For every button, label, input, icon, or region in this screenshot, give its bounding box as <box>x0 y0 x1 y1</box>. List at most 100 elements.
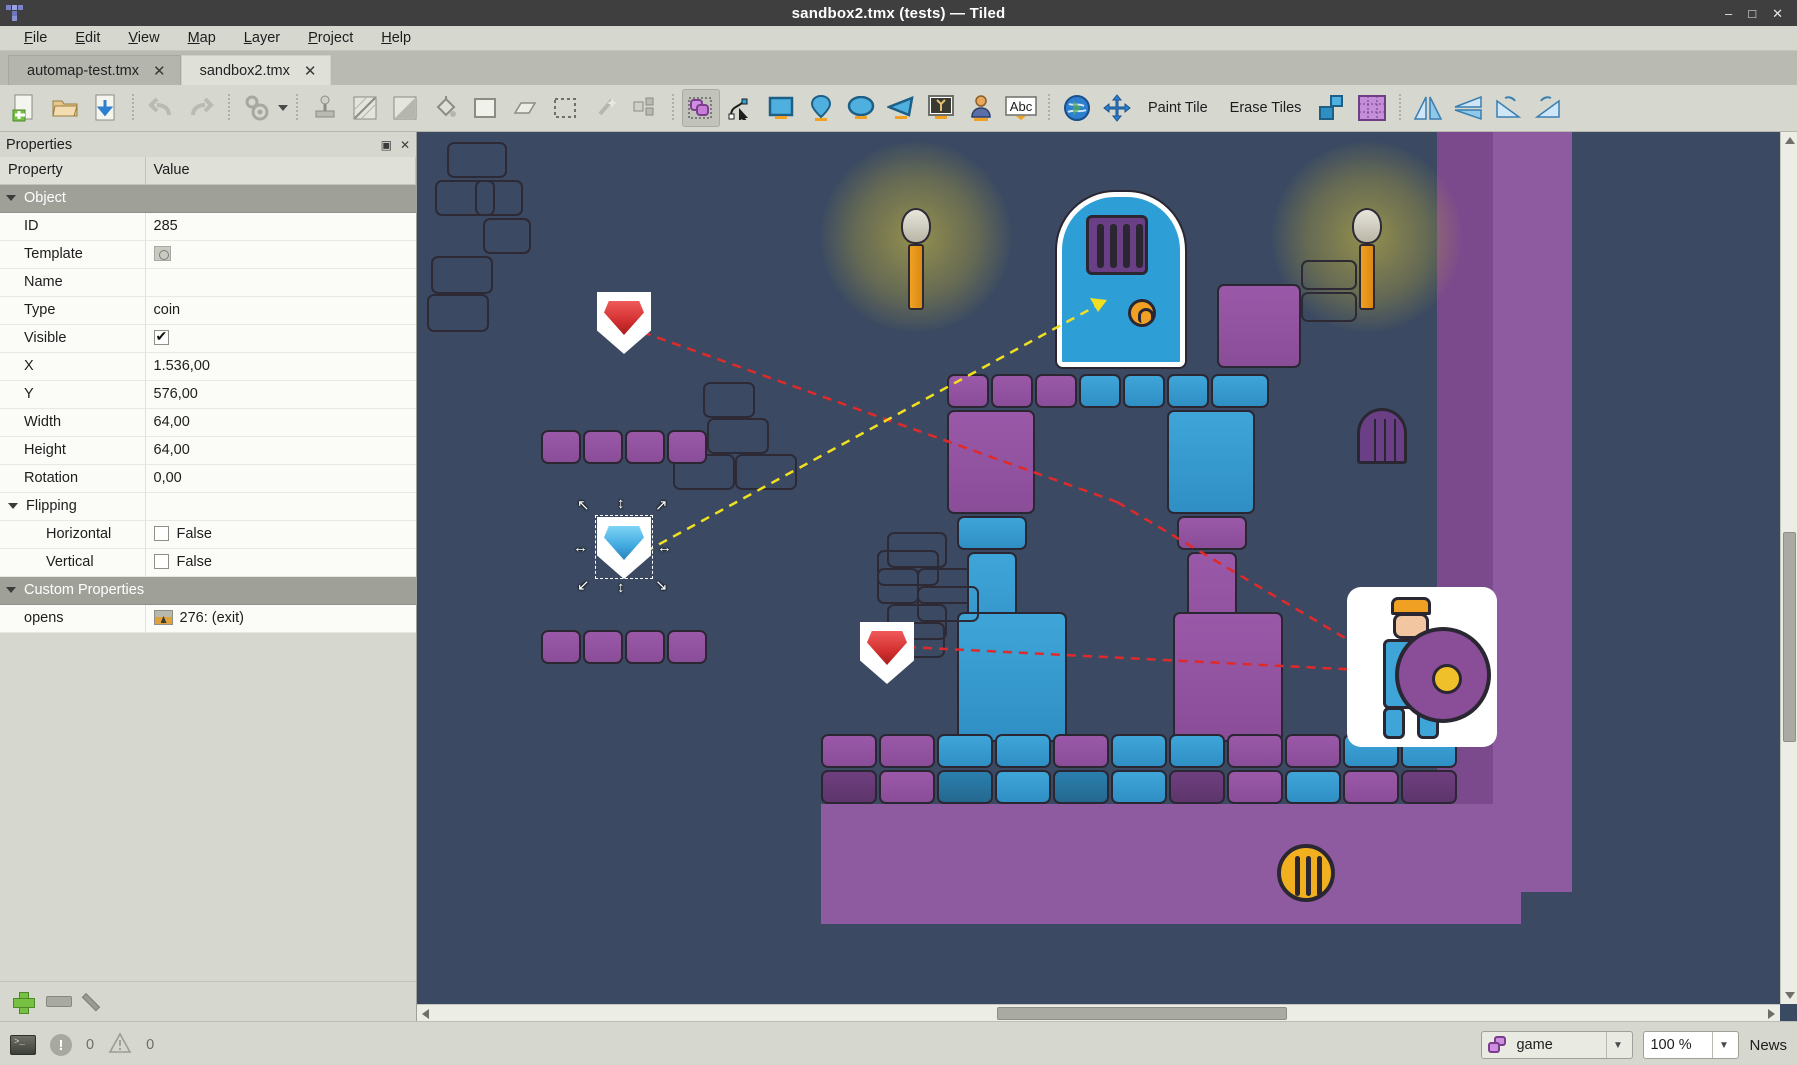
select-same-tile-button[interactable] <box>626 89 664 127</box>
resize-handle-w[interactable]: ↔ <box>573 540 588 555</box>
property-value[interactable]: 64,00 <box>145 408 416 437</box>
menu-item-help[interactable]: Help <box>367 28 425 48</box>
tab-sandbox2[interactable]: sandbox2.tmx ✕ <box>180 55 332 85</box>
eraser-button[interactable] <box>506 89 544 127</box>
knight-object[interactable] <box>1347 587 1497 747</box>
map-canvas[interactable]: ↖ ↕ ↗ ↔ ↔ ↙ ↕ ↘ <box>417 132 1780 1004</box>
property-value[interactable]: 0,00 <box>145 464 416 493</box>
shape-fill-button[interactable] <box>386 89 424 127</box>
vertical-scroll-thumb[interactable] <box>1783 532 1796 742</box>
stamp-brush-button[interactable] <box>306 89 344 127</box>
automap-button[interactable] <box>238 89 276 127</box>
gem-object-red-lower[interactable] <box>860 622 914 684</box>
resize-handle-se[interactable]: ↘ <box>655 578 668 593</box>
property-row-opens[interactable]: opens 276: (exit) <box>0 604 416 633</box>
property-row-flip-horizontal[interactable]: Horizontal False <box>0 520 416 549</box>
insert-template-button[interactable] <box>962 89 1000 127</box>
news-link[interactable]: News <box>1749 1037 1787 1054</box>
gem-object-red-top[interactable] <box>597 292 651 354</box>
layer-selector-arrow[interactable]: ▼ <box>1606 1032 1628 1058</box>
property-row-y[interactable]: Y 576,00 <box>0 380 416 409</box>
collapse-triangle-icon[interactable] <box>6 587 16 594</box>
door-object[interactable] <box>1057 192 1185 367</box>
flip-vertical-checkbox[interactable] <box>153 554 169 569</box>
open-file-button[interactable] <box>46 89 84 127</box>
property-value[interactable]: 1.536,00 <box>145 352 416 381</box>
remove-property-button[interactable] <box>46 996 72 1007</box>
property-group-custom[interactable]: Custom Properties <box>0 576 416 605</box>
tab-automap-test[interactable]: automap-test.tmx ✕ <box>8 55 181 85</box>
property-value[interactable] <box>145 268 416 297</box>
insert-text-button[interactable]: Abc <box>1002 89 1040 127</box>
property-value[interactable]: 576,00 <box>145 380 416 409</box>
add-property-button[interactable] <box>12 991 35 1014</box>
insert-rectangle-button[interactable] <box>762 89 800 127</box>
rotate-right-icon[interactable] <box>1529 89 1567 127</box>
property-row-name[interactable]: Name <box>0 268 416 297</box>
scroll-left-arrow[interactable] <box>422 1009 429 1019</box>
map-canvas-area[interactable]: ↖ ↕ ↗ ↔ ↔ ↙ ↕ ↘ <box>417 132 1797 1021</box>
flip-horizontal-icon[interactable] <box>1409 89 1447 127</box>
scroll-right-arrow[interactable] <box>1768 1009 1775 1019</box>
select-objects-button[interactable] <box>682 89 720 127</box>
resize-handle-e[interactable]: ↔ <box>657 540 672 555</box>
zoom-combobox[interactable]: 100 % ▼ <box>1643 1031 1740 1059</box>
menu-item-view[interactable]: View <box>114 28 173 48</box>
resize-handle-n[interactable]: ↕ <box>617 496 625 511</box>
save-file-button[interactable] <box>86 89 124 127</box>
scroll-up-arrow[interactable] <box>1785 137 1795 144</box>
flip-horizontal-checkbox[interactable] <box>153 526 169 541</box>
tab-close-icon[interactable]: ✕ <box>304 62 317 80</box>
insert-polygon-button[interactable] <box>882 89 920 127</box>
rectangle-tool-button[interactable] <box>466 89 504 127</box>
collapse-triangle-icon[interactable] <box>8 503 18 510</box>
new-map-button[interactable] <box>6 89 44 127</box>
maximize-button[interactable]: □ <box>1748 7 1756 20</box>
menu-item-layer[interactable]: Layer <box>230 28 294 48</box>
canvas-vertical-scrollbar[interactable] <box>1780 132 1797 1004</box>
property-row-id[interactable]: ID 285 <box>0 212 416 241</box>
property-row-type[interactable]: Type coin <box>0 296 416 325</box>
resize-handle-nw[interactable]: ↖ <box>577 498 590 513</box>
horizontal-scroll-thumb[interactable] <box>997 1007 1287 1020</box>
flip-vertical-icon[interactable] <box>1449 89 1487 127</box>
property-row-flip-vertical[interactable]: Vertical False <box>0 548 416 577</box>
layers-icon[interactable] <box>1313 89 1351 127</box>
edit-polygons-button[interactable] <box>722 89 760 127</box>
zoom-arrow[interactable]: ▼ <box>1712 1032 1734 1058</box>
minimize-button[interactable]: – <box>1725 7 1732 20</box>
property-value[interactable]: 64,00 <box>145 436 416 465</box>
bucket-fill-button[interactable] <box>426 89 464 127</box>
terrain-brush-button[interactable] <box>346 89 384 127</box>
resize-handle-sw[interactable]: ↙ <box>577 578 590 593</box>
resize-handle-ne[interactable]: ↗ <box>655 498 668 513</box>
coin-object[interactable] <box>1277 844 1335 902</box>
world-tool-button[interactable] <box>1058 89 1096 127</box>
menu-item-file[interactable]: File <box>10 28 61 48</box>
resize-handle-s[interactable]: ↕ <box>617 580 625 595</box>
property-group-object[interactable]: Object <box>0 184 416 213</box>
close-button[interactable]: ✕ <box>1772 7 1783 20</box>
tab-close-icon[interactable]: ✕ <box>153 62 166 80</box>
console-icon[interactable] <box>10 1035 36 1055</box>
layer-selector-combobox[interactable]: game ▼ <box>1481 1031 1634 1059</box>
visible-checkbox[interactable] <box>153 328 169 345</box>
rect-select-button[interactable] <box>546 89 584 127</box>
menu-item-map[interactable]: Map <box>174 28 230 48</box>
property-row-template[interactable]: Template <box>0 240 416 269</box>
property-row-visible[interactable]: Visible <box>0 324 416 353</box>
rotate-left-icon[interactable] <box>1489 89 1527 127</box>
magic-wand-button[interactable] <box>586 89 624 127</box>
undo-button[interactable] <box>142 89 180 127</box>
property-value[interactable]: coin <box>145 296 416 325</box>
redo-button[interactable] <box>182 89 220 127</box>
automap-dropdown-arrow[interactable] <box>278 105 288 111</box>
edit-property-button[interactable] <box>84 991 106 1013</box>
canvas-horizontal-scrollbar[interactable] <box>417 1004 1780 1021</box>
insert-point-button[interactable] <box>802 89 840 127</box>
insert-ellipse-button[interactable] <box>842 89 880 127</box>
menu-item-edit[interactable]: Edit <box>61 28 114 48</box>
property-row-rotation[interactable]: Rotation 0,00 <box>0 464 416 493</box>
property-row-height[interactable]: Height 64,00 <box>0 436 416 465</box>
tileset-grid-icon[interactable] <box>1353 89 1391 127</box>
